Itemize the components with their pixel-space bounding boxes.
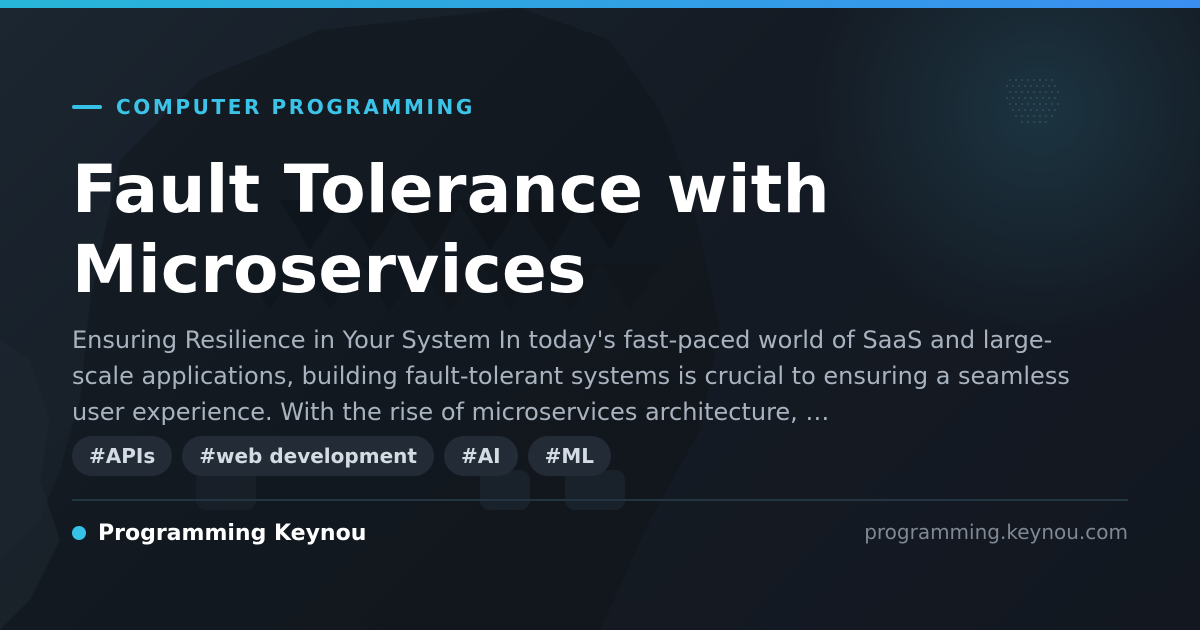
tag-pill[interactable]: #web development	[182, 436, 434, 476]
category-text: COMPUTER PROGRAMMING	[116, 95, 475, 119]
category-label: COMPUTER PROGRAMMING	[72, 94, 475, 120]
tag-pill[interactable]: #APIs	[72, 436, 173, 476]
brand-name: Programming Keynou	[98, 520, 367, 546]
tag-pill[interactable]: #AI	[443, 436, 518, 476]
category-dash-icon	[72, 105, 102, 109]
social-share-card: COMPUTER PROGRAMMING Fault Tolerance wit…	[0, 0, 1200, 630]
post-excerpt: Ensuring Resilience in Your System In to…	[72, 326, 1070, 426]
tag-list: #APIs #web development #AI #ML	[72, 436, 612, 476]
brand-dot-icon	[72, 526, 86, 540]
brand: Programming Keynou	[72, 518, 366, 548]
site-domain: programming.keynou.com	[864, 520, 1128, 544]
tag-pill[interactable]: #ML	[527, 436, 612, 476]
footer-divider	[72, 499, 1128, 501]
post-title: Fault Tolerance with Microservices	[72, 151, 830, 308]
